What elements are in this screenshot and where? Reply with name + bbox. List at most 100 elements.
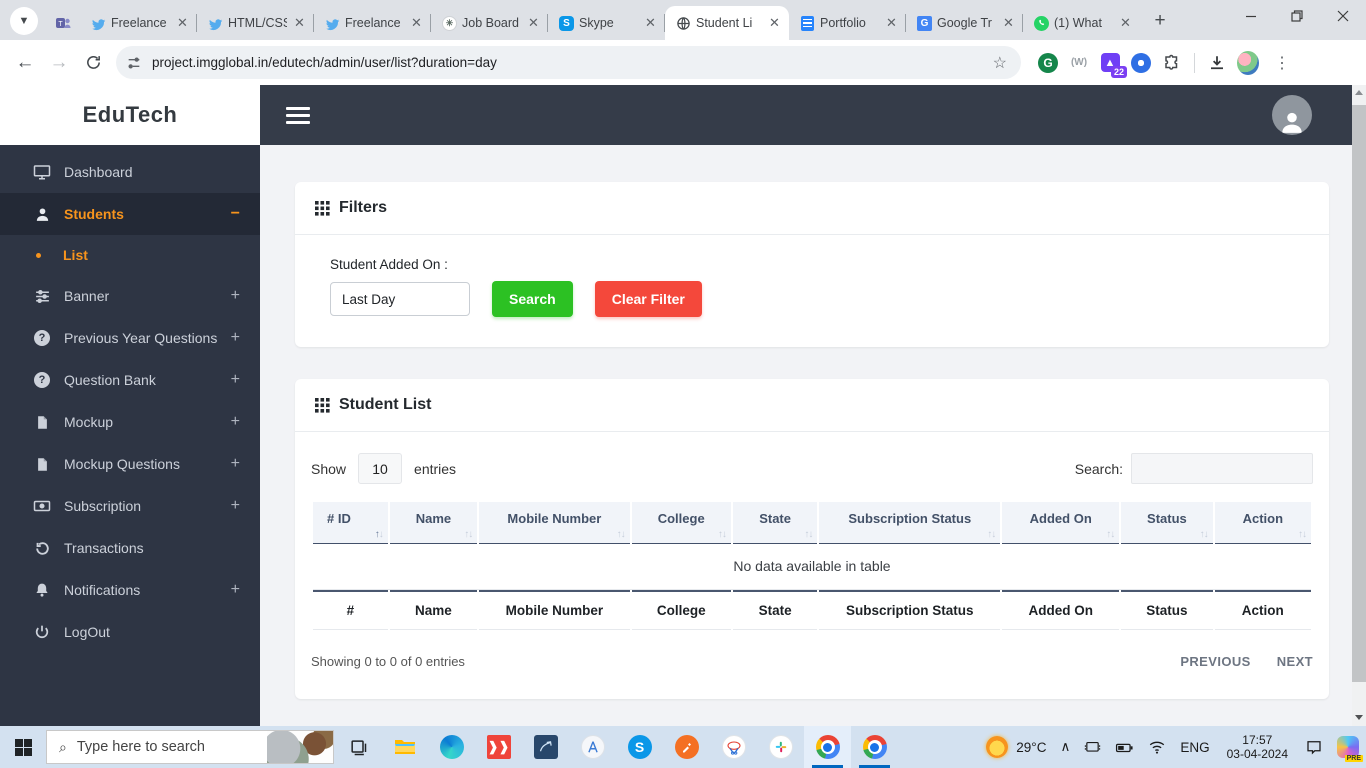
expand-icon[interactable]: +: [231, 371, 240, 389]
site-settings-icon[interactable]: [126, 55, 142, 71]
close-icon[interactable]: ✕: [525, 15, 542, 32]
clock-widget[interactable]: 17:57 03-04-2024: [1217, 733, 1298, 761]
chrome-icon-active[interactable]: [804, 726, 851, 768]
expand-icon[interactable]: +: [231, 329, 240, 347]
sort-icons[interactable]: ↑↓: [617, 529, 626, 540]
hamburger-menu-icon[interactable]: [286, 106, 310, 124]
sidebar-item-transactions[interactable]: Transactions: [0, 527, 260, 569]
page-scrollbar[interactable]: [1352, 85, 1366, 726]
tab-freelance-2[interactable]: Freelance ✕: [314, 6, 431, 40]
sidebar-item-question-bank[interactable]: ? Question Bank +: [0, 359, 260, 401]
back-button[interactable]: ←: [8, 46, 42, 80]
tab-freelance-1[interactable]: Freelance ✕: [80, 6, 197, 40]
column-header-name[interactable]: Name ↑↓: [389, 502, 478, 544]
sort-icons[interactable]: ↑↓: [375, 529, 384, 540]
anydesk-icon[interactable]: ❱❱: [475, 726, 522, 768]
edge-icon[interactable]: [428, 726, 475, 768]
sort-icons[interactable]: ↑↓: [1298, 529, 1307, 540]
close-icon[interactable]: ✕: [766, 15, 783, 32]
expand-icon[interactable]: +: [231, 497, 240, 515]
expand-icon[interactable]: +: [231, 581, 240, 599]
sidebar-item-subscription[interactable]: Subscription +: [0, 485, 260, 527]
reload-button[interactable]: [76, 46, 110, 80]
next-button[interactable]: NEXT: [1277, 654, 1313, 669]
extensions-puzzle-icon[interactable]: [1161, 52, 1183, 74]
sort-icons[interactable]: ↑↓: [1106, 529, 1115, 540]
purple-extension-icon[interactable]: ▲ 22: [1099, 52, 1127, 78]
compass-app-icon[interactable]: [569, 726, 616, 768]
expand-icon[interactable]: +: [231, 287, 240, 305]
close-icon[interactable]: ✕: [174, 15, 191, 32]
sort-icons[interactable]: ↑↓: [718, 529, 727, 540]
url-text[interactable]: project.imgglobal.in/edutech/admin/user/…: [152, 55, 993, 70]
close-icon[interactable]: ✕: [883, 15, 900, 32]
column-header-mobile[interactable]: Mobile Number ↑↓: [479, 502, 630, 544]
grammarly-icon[interactable]: G: [1037, 52, 1059, 74]
battery-icon[interactable]: [1108, 726, 1141, 768]
sidebar-item-list[interactable]: List: [0, 235, 260, 275]
expand-icon[interactable]: +: [231, 455, 240, 473]
skype-icon[interactable]: S: [616, 726, 663, 768]
scrollbar-thumb[interactable]: [1352, 105, 1366, 682]
tab-search-button[interactable]: ▼: [10, 7, 38, 35]
column-header-subscription[interactable]: Subscription Status ↑↓: [819, 502, 1001, 544]
weather-widget[interactable]: 29°C: [979, 726, 1053, 768]
url-bar[interactable]: project.imgglobal.in/edutech/admin/user/…: [116, 46, 1021, 79]
close-icon[interactable]: ✕: [1000, 15, 1017, 32]
sort-icons[interactable]: ↑↓: [987, 529, 996, 540]
close-icon[interactable]: ✕: [1117, 15, 1134, 32]
tab-student-list-active[interactable]: Student Li ✕: [665, 6, 789, 40]
close-icon[interactable]: ✕: [642, 15, 659, 32]
taskbar-search-box[interactable]: ⌕ Type here to search: [46, 730, 334, 764]
sidebar-item-dashboard[interactable]: Dashboard: [0, 151, 260, 193]
sort-icons[interactable]: ↑↓: [804, 529, 813, 540]
notification-center-icon[interactable]: [1298, 726, 1330, 768]
expand-icon[interactable]: +: [231, 413, 240, 431]
column-header-state[interactable]: State ↑↓: [732, 502, 818, 544]
column-header-status[interactable]: Status ↑↓: [1121, 502, 1213, 544]
new-tab-button[interactable]: +: [1146, 7, 1174, 35]
bookmark-star-icon[interactable]: ☆: [993, 53, 1007, 73]
tab-htmlcss[interactable]: HTML/CSS ✕: [197, 6, 314, 40]
hidden-icons-chevron[interactable]: ∧: [1053, 726, 1077, 768]
wifi-icon[interactable]: [1141, 726, 1173, 768]
restore-button[interactable]: [1274, 0, 1320, 32]
tab-jobboard[interactable]: ✳ Job Board ✕: [431, 6, 548, 40]
column-header-college[interactable]: College ↑↓: [631, 502, 731, 544]
sort-icons[interactable]: ↑↓: [464, 529, 473, 540]
tab-portfolio[interactable]: Portfolio ✕: [789, 6, 906, 40]
sidebar-item-mockup-questions[interactable]: Mockup Questions +: [0, 443, 260, 485]
sidebar-item-previous-year-questions[interactable]: ? Previous Year Questions +: [0, 317, 260, 359]
close-icon[interactable]: ✕: [408, 15, 425, 32]
forward-button[interactable]: →: [42, 46, 76, 80]
copilot-icon[interactable]: PRE: [1330, 726, 1366, 768]
wayback-icon[interactable]: (W): [1068, 52, 1090, 74]
blue-extension-icon[interactable]: [1130, 52, 1152, 74]
pinned-tab-teams[interactable]: T: [46, 6, 80, 40]
cast-icon[interactable]: [1077, 726, 1108, 768]
start-button[interactable]: [0, 726, 46, 768]
previous-button[interactable]: PREVIOUS: [1180, 654, 1250, 669]
browser-menu-icon[interactable]: ⋮: [1268, 53, 1296, 73]
downloads-icon[interactable]: [1206, 52, 1228, 74]
chrome-icon[interactable]: [851, 726, 898, 768]
search-doodle[interactable]: [267, 731, 333, 763]
app-logo[interactable]: EduTech: [0, 85, 260, 145]
scroll-up-icon[interactable]: [1352, 85, 1366, 99]
search-button[interactable]: Search: [492, 281, 573, 317]
column-header-action[interactable]: Action ↑↓: [1214, 502, 1311, 544]
sidebar-item-students[interactable]: Students −: [0, 193, 260, 235]
language-indicator[interactable]: ENG: [1173, 726, 1216, 768]
tab-google-translate[interactable]: G Google Tr ✕: [906, 6, 1023, 40]
user-avatar[interactable]: [1272, 95, 1312, 135]
clear-filter-button[interactable]: Clear Filter: [594, 281, 702, 317]
file-explorer-icon[interactable]: [381, 726, 428, 768]
profile-avatar[interactable]: [1237, 50, 1259, 75]
entries-select[interactable]: 10: [358, 453, 403, 484]
task-view-icon[interactable]: [334, 726, 381, 768]
sidebar-item-mockup[interactable]: Mockup +: [0, 401, 260, 443]
close-window-button[interactable]: [1320, 0, 1366, 32]
column-header-id[interactable]: # ID ↑↓: [313, 502, 388, 544]
snipping-tool-icon[interactable]: [710, 726, 757, 768]
tab-whatsapp[interactable]: (1) What ✕: [1023, 6, 1140, 40]
